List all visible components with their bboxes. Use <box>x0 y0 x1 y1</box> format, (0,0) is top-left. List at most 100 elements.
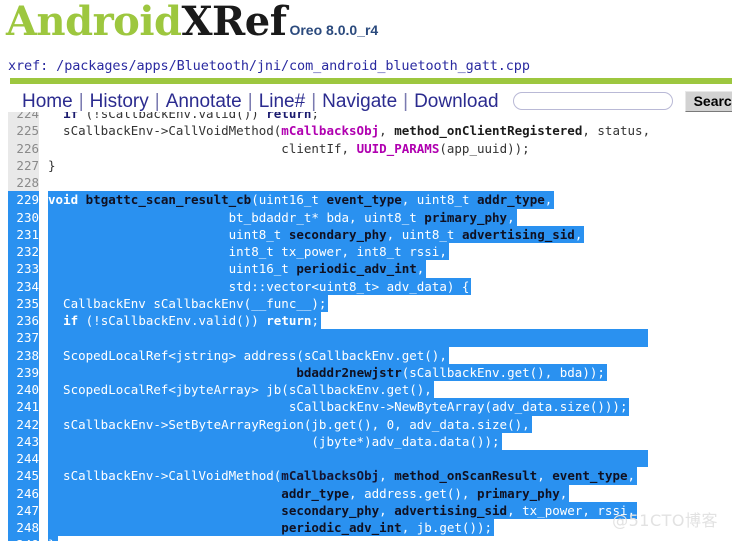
code-line-content[interactable]: periodic_adv_int, jb.get()); <box>48 519 653 537</box>
code-line-content[interactable]: if (!sCallbackEnv.valid()) return; <box>48 112 653 123</box>
line-number[interactable]: 228 <box>8 174 39 192</box>
nav-item-home[interactable]: Home <box>16 92 79 111</box>
code-token: , <box>559 485 568 501</box>
line-number[interactable]: 244 <box>8 450 39 468</box>
line-number[interactable]: 227 <box>8 156 39 174</box>
code-line-content[interactable]: sCallbackEnv->CallVoidMethod(mCallbacksO… <box>48 122 653 140</box>
source-code-viewport[interactable]: 224 if (!sCallbackEnv.valid()) return; 22… <box>0 112 732 541</box>
code-token: method_onScanResult <box>394 468 538 484</box>
code-line-content[interactable] <box>48 329 653 347</box>
code-line-content[interactable]: if (!sCallbackEnv.valid()) return; <box>48 312 653 330</box>
line-number[interactable]: 234 <box>8 277 39 295</box>
nav-item-navigate[interactable]: Navigate <box>316 92 403 111</box>
gutter-margin <box>0 450 8 468</box>
code-line-content[interactable]: clientIf, UUID_PARAMS(app_uuid)); <box>48 139 653 157</box>
line-number[interactable]: 236 <box>8 312 39 330</box>
code-token: , uint8_t <box>401 192 478 208</box>
code-line: 240 ScopedLocalRef<jbyteArray> jb(sCallb… <box>0 381 653 399</box>
code-line-content[interactable] <box>48 450 653 468</box>
line-number[interactable]: 232 <box>8 243 39 261</box>
line-number[interactable]: 235 <box>8 294 39 312</box>
code-line-content[interactable]: (jbyte*)adv_data.data()); <box>48 432 653 450</box>
code-line-content[interactable]: CallbackEnv sCallbackEnv(__func__); <box>48 294 653 312</box>
code-token: , <box>507 209 515 225</box>
nav-item-history[interactable]: History <box>84 92 155 111</box>
breadcrumb-segment[interactable]: apps <box>136 58 168 74</box>
gutter-margin <box>0 112 8 123</box>
line-number[interactable]: 246 <box>8 484 39 502</box>
search-button[interactable]: Search <box>684 90 732 112</box>
code-line-content[interactable]: } <box>48 536 653 541</box>
code-line: 227} <box>0 156 653 174</box>
code-token: } <box>48 537 56 541</box>
code-token: return <box>266 112 312 121</box>
code-token: ; <box>311 112 319 121</box>
breadcrumb-segment[interactable]: jni <box>257 58 281 74</box>
line-number[interactable]: 225 <box>8 122 39 140</box>
gutter-margin <box>0 277 8 295</box>
line-number[interactable]: 240 <box>8 381 39 399</box>
line-number[interactable]: 226 <box>8 139 39 157</box>
code-line-content[interactable]: ScopedLocalRef<jbyteArray> jb(sCallbackE… <box>48 381 653 399</box>
code-line-content[interactable]: sCallbackEnv->NewByteArray(adv_data.size… <box>48 398 653 416</box>
code-token: (uint16_t <box>251 192 327 208</box>
code-line-content[interactable]: secondary_phy, advertising_sid, tx_power… <box>48 501 653 519</box>
code-line-content[interactable]: bdaddr2newjstr(sCallbackEnv.get(), bda))… <box>48 363 653 381</box>
code-line-content[interactable]: std::vector<uint8_t> adv_data) { <box>48 277 653 295</box>
code-line-content[interactable]: void btgattc_scan_result_cb(uint16_t eve… <box>48 191 653 209</box>
code-token: , <box>379 502 395 518</box>
line-number[interactable]: 231 <box>8 225 39 243</box>
line-number[interactable]: 249 <box>8 536 39 541</box>
line-number[interactable]: 230 <box>8 208 39 226</box>
logo-android-text: Android <box>6 0 182 45</box>
line-number[interactable]: 247 <box>8 501 39 519</box>
nav-item-download[interactable]: Download <box>408 92 505 111</box>
breadcrumb-path[interactable]: /packages/apps/Bluetooth/jni/com_android… <box>56 58 530 74</box>
line-number[interactable]: 241 <box>8 398 39 416</box>
code-line-content[interactable] <box>48 174 653 192</box>
code-line-content[interactable]: int8_t tx_power, int8_t rssi, <box>48 243 653 261</box>
line-number[interactable]: 243 <box>8 432 39 450</box>
line-number[interactable]: 238 <box>8 346 39 364</box>
site-logo[interactable]: Android XRef Oreo 8.0.0_r4 <box>6 2 378 50</box>
code-line-content[interactable]: sCallbackEnv->SetByteArrayRegion(jb.get(… <box>48 415 653 433</box>
code-token: mCallbacksObj <box>281 123 380 139</box>
breadcrumb-segment[interactable]: com_android_bluetooth_gatt.cpp <box>289 58 530 74</box>
code-token: clientIf, <box>48 140 357 156</box>
gutter-spacer <box>39 277 48 295</box>
code-line-content[interactable]: addr_type, address.get(), primary_phy, <box>48 484 653 502</box>
line-number[interactable]: 248 <box>8 519 39 537</box>
code-token: ScopedLocalRef<jstring> address(sCallbac… <box>48 347 447 363</box>
line-number[interactable]: 245 <box>8 467 39 485</box>
code-line: 225 sCallbackEnv->CallVoidMethod(mCallba… <box>0 122 653 140</box>
code-line-content[interactable]: uint8_t secondary_phy, uint8_t advertisi… <box>48 225 653 243</box>
code-line-content[interactable]: bt_bdaddr_t* bda, uint8_t primary_phy, <box>48 208 653 226</box>
line-number[interactable]: 224 <box>8 112 39 123</box>
line-number[interactable]: 229 <box>8 191 39 209</box>
code-line-content[interactable]: ScopedLocalRef<jstring> address(sCallbac… <box>48 346 653 364</box>
code-token: , <box>537 468 553 484</box>
nav-item-line-number[interactable]: Line# <box>253 92 312 111</box>
line-number[interactable]: 242 <box>8 415 39 433</box>
code-line: 226 clientIf, UUID_PARAMS(app_uuid)); <box>0 139 653 157</box>
code-line-content[interactable]: } <box>48 156 653 174</box>
breadcrumb-segment[interactable]: packages <box>64 58 128 74</box>
gutter-spacer <box>39 415 48 433</box>
line-number[interactable]: 233 <box>8 260 39 278</box>
search-input[interactable] <box>512 92 673 110</box>
code-line: 231 uint8_t secondary_phy, uint8_t adver… <box>0 225 653 243</box>
breadcrumb-segment[interactable]: Bluetooth <box>177 58 249 74</box>
gutter-margin <box>0 122 8 140</box>
nav-item-annotate[interactable]: Annotate <box>160 92 248 111</box>
gutter-spacer <box>39 432 48 450</box>
code-line: 229 void btgattc_scan_result_cb(uint16_t … <box>0 191 653 209</box>
code-token: int8_t tx_power, int8_t rssi, <box>48 244 447 259</box>
code-token: ScopedLocalRef<jbyteArray> jb(sCallbackE… <box>48 382 432 397</box>
code-line-content[interactable]: uint16_t periodic_adv_int, <box>48 260 653 278</box>
line-number[interactable]: 237 <box>8 329 39 347</box>
line-number[interactable]: 239 <box>8 363 39 381</box>
code-line-content[interactable]: sCallbackEnv->CallVoidMethod(mCallbacksO… <box>48 467 653 485</box>
